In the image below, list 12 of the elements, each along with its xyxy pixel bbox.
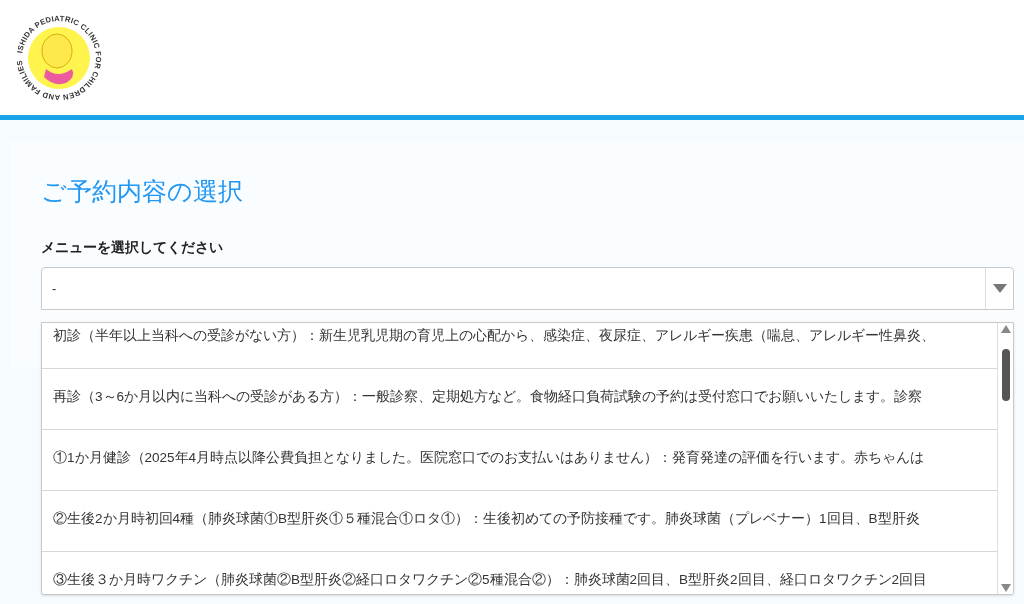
- menu-select[interactable]: -: [41, 267, 1014, 310]
- page-heading: ご予約内容の選択: [41, 176, 244, 207]
- menu-option[interactable]: 再診（3～6か月以内に当科への受診がある方）：一般診察、定期処方など。食物経口負荷試験の予約は受付窓口でお願いいたします。診察: [42, 369, 997, 430]
- menu-option[interactable]: 初診（半年以上当科への受診がない方）：新生児乳児期の育児上の心配から、感染症、夜尿症、アレルギー疾患（喘息、アレルギー性鼻炎、: [42, 323, 997, 369]
- dropdown-caret-icon: [992, 284, 1007, 293]
- field-label: メニューを選択してください: [41, 238, 224, 257]
- scrollbar-thumb[interactable]: [1001, 349, 1010, 401]
- menu-option[interactable]: ①1か月健診（2025年4月時点以降公費負担となりました。医院窓口でのお支払いはありません）：発育発達の評価を行います。赤ちゃんは: [42, 430, 997, 491]
- scroll-down-icon[interactable]: [1000, 584, 1011, 592]
- scrollbar[interactable]: [997, 323, 1013, 594]
- scroll-up-icon[interactable]: [1000, 325, 1011, 333]
- menu-option[interactable]: ②生後2か月時初回4種（肺炎球菌①B型肝炎①５種混合①ロタ①）：生後初めての予防接種です。肺炎球菌（プレベナー）1回目、B型肝炎: [42, 491, 997, 552]
